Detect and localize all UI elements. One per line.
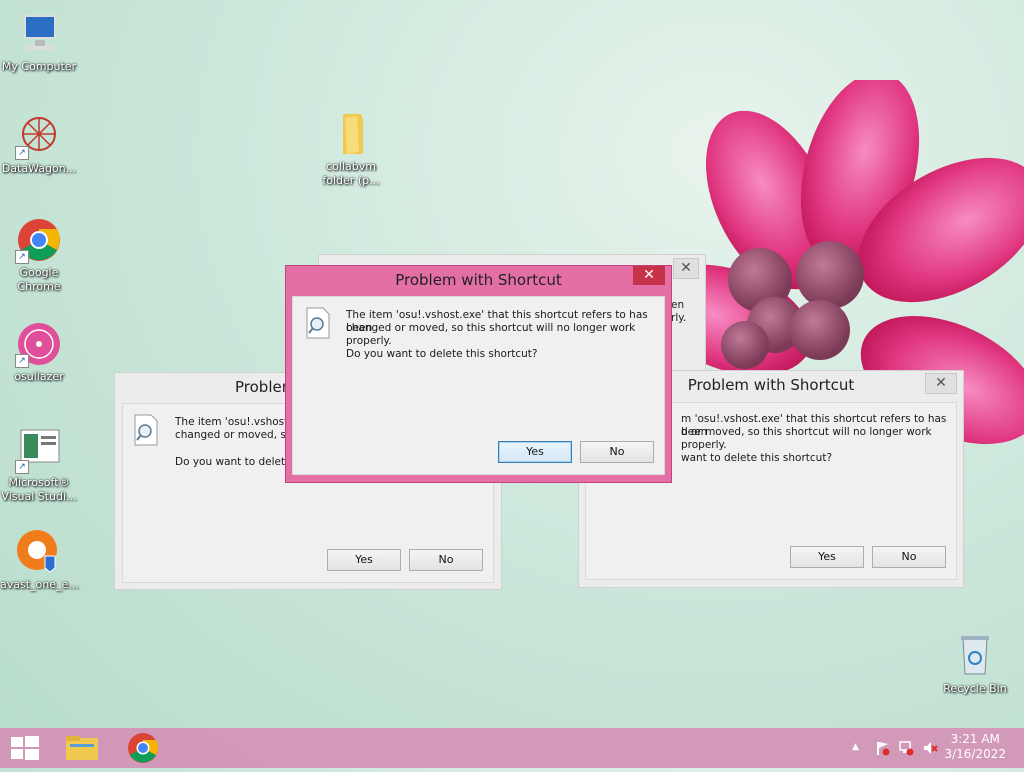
- recycle-bin-icon: [951, 632, 999, 680]
- osu-icon: ↗: [15, 320, 63, 368]
- dialog-message: en: [671, 299, 685, 311]
- dialog-message: rly.: [671, 312, 687, 324]
- volume-muted-icon[interactable]: [922, 740, 938, 756]
- system-clock[interactable]: 3:21 AM 3/16/2022: [944, 732, 1006, 762]
- folder-icon: [327, 110, 375, 158]
- close-button[interactable]: ✕: [925, 373, 957, 394]
- desktop-icon-visual-studio[interactable]: ↗ Microsoft® Visual Studi...: [0, 426, 78, 504]
- dialog-question: Do you want to delete this shortcut?: [346, 348, 538, 360]
- action-center-flag-icon[interactable]: [874, 740, 890, 756]
- visual-studio-icon: ↗: [15, 426, 63, 474]
- shortcut-arrow-icon: ↗: [15, 250, 29, 264]
- taskbar: ▲ 3:21 AM 3/16/2022: [0, 728, 1024, 768]
- no-button[interactable]: No: [580, 441, 654, 463]
- computer-icon: [15, 10, 63, 58]
- desktop-icon-osullazer[interactable]: ↗ osullazer: [0, 320, 78, 384]
- desktop-icon-recycle-bin[interactable]: Recycle Bin: [936, 632, 1014, 696]
- desktop-icon-label: DataWagon...: [1, 162, 77, 175]
- dialog-message-line1: The item 'osu!.vshost.e: [175, 416, 299, 428]
- desktop-icon-label: Recycle Bin: [943, 682, 1007, 695]
- yes-button[interactable]: Yes: [790, 546, 864, 568]
- yes-button[interactable]: Yes: [327, 549, 401, 571]
- shortcut-search-icon: [306, 307, 330, 339]
- no-button[interactable]: No: [872, 546, 946, 568]
- close-button[interactable]: ✕: [633, 266, 665, 285]
- network-icon[interactable]: [898, 740, 914, 756]
- chrome-icon: ↗: [15, 216, 63, 264]
- shortcut-arrow-icon: ↗: [15, 354, 29, 368]
- datawagon-icon: ↗: [15, 112, 63, 160]
- shortcut-arrow-icon: ↗: [15, 460, 29, 474]
- dialog-message-line2: changed or moved, so this shortcut will …: [346, 322, 636, 347]
- start-button[interactable]: [0, 728, 50, 768]
- desktop-icon-label: collabvm folder (p...: [322, 160, 380, 187]
- clock-time: 3:21 AM: [950, 732, 1000, 746]
- desktop-icon-google-chrome[interactable]: ↗ Google Chrome: [0, 216, 78, 294]
- desktop-icon-label: Microsoft® Visual Studi...: [1, 476, 77, 503]
- close-button[interactable]: ✕: [673, 258, 699, 279]
- dialog-client: The item 'osu!.vshost.exe' that this sho…: [292, 296, 665, 475]
- desktop-icon-datawagon[interactable]: ↗ DataWagon...: [0, 112, 78, 176]
- desktop-icon-label: My Computer: [1, 60, 77, 73]
- avast-icon: [15, 528, 63, 576]
- windows-logo-icon: [11, 736, 39, 760]
- taskbar-file-explorer[interactable]: [56, 728, 108, 768]
- dialog-question: want to delete this shortcut?: [681, 452, 833, 464]
- desktop-icon-label: osullazer: [14, 370, 64, 383]
- dialog-title: Problem with Shortcut: [286, 266, 671, 295]
- dialog-title-text: Problem with Shortcut: [395, 271, 562, 289]
- desktop-icon-avast[interactable]: avast_one_e...: [0, 528, 79, 592]
- shortcut-arrow-icon: ↗: [15, 146, 29, 160]
- folder-icon: [66, 736, 98, 760]
- dialog-message-line2: changed or moved, so: [175, 429, 293, 441]
- desktop-icon-label: avast_one_e...: [0, 578, 79, 591]
- clock-date: 3/16/2022: [944, 747, 1006, 761]
- chrome-icon: [128, 733, 159, 763]
- show-hidden-icons-button[interactable]: ▲: [852, 742, 859, 752]
- no-button[interactable]: No: [409, 549, 483, 571]
- desktop-icon-label: Google Chrome: [17, 266, 61, 293]
- dialog-title-text: Problem with Shortcut: [687, 376, 855, 394]
- taskbar-chrome[interactable]: [118, 728, 168, 768]
- desktop-icon-collabvm-folder[interactable]: collabvm folder (p...: [312, 110, 390, 188]
- dialog-message-line2: d or moved, so this shortcut will no lon…: [681, 426, 932, 451]
- shortcut-search-icon: [134, 414, 158, 446]
- dialog-front[interactable]: Problem with Shortcut ✕ The item 'osu!.v…: [285, 265, 672, 483]
- dialog-question: Do you want to delete: [175, 456, 292, 468]
- desktop-icon-my-computer[interactable]: My Computer: [0, 10, 78, 74]
- yes-button[interactable]: Yes: [498, 441, 572, 463]
